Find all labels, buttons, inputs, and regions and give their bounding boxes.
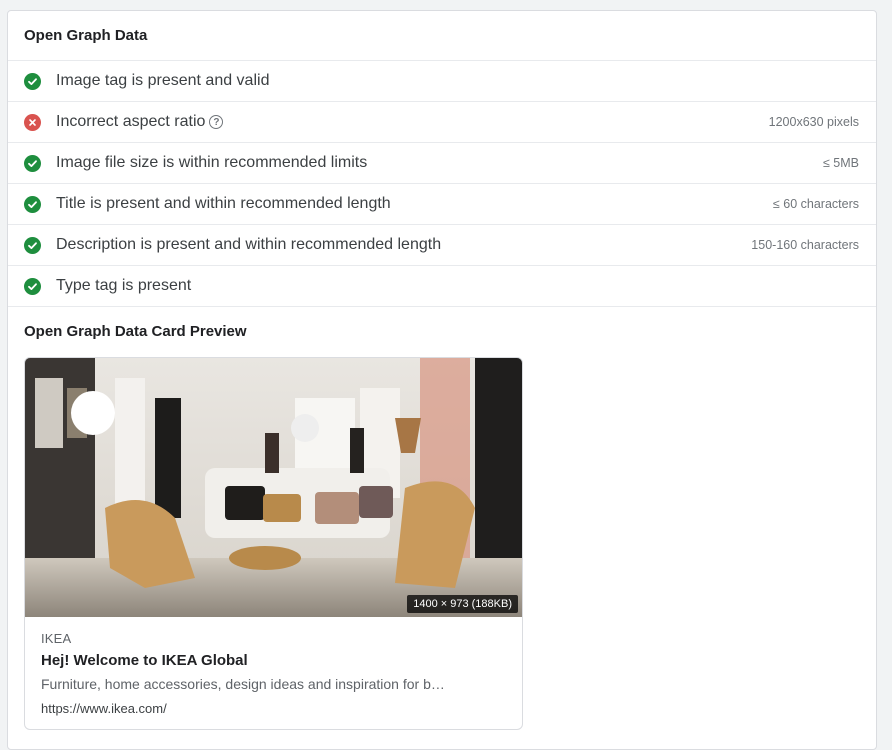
og-card-image: 1400 × 973 (188KB) xyxy=(25,358,522,617)
check-row-type-tag: Type tag is present xyxy=(8,266,876,307)
preview-section-title: Open Graph Data Card Preview xyxy=(24,323,247,340)
check-fail-icon xyxy=(24,113,41,131)
check-pass-icon xyxy=(24,154,41,172)
check-pass-icon xyxy=(24,72,41,90)
og-section-title: Open Graph Data xyxy=(8,11,876,61)
check-value: 150-160 characters xyxy=(751,238,859,252)
check-label: Image tag is present and valid xyxy=(56,72,270,89)
check-label: Description is present and within recomm… xyxy=(56,236,442,253)
check-row-file-size: Image file size is within recommended li… xyxy=(8,143,876,184)
check-label: Title is present and within recommended … xyxy=(56,195,391,212)
check-pass-icon xyxy=(24,277,41,295)
check-row-description: Description is present and within recomm… xyxy=(8,225,876,266)
check-value: ≤ 60 characters xyxy=(772,197,859,211)
image-dimensions-badge: 1400 × 973 (188KB) xyxy=(407,595,518,613)
check-row-title: Title is present and within recommended … xyxy=(8,184,876,225)
question-circle-icon[interactable]: ? xyxy=(209,115,224,129)
check-pass-icon xyxy=(24,236,41,254)
og-results-panel: Open Graph Data Image tag is present and… xyxy=(7,10,877,750)
check-row-image-tag: Image tag is present and valid xyxy=(8,61,876,102)
check-label: Image file size is within recommended li… xyxy=(56,154,368,171)
card-title: Hej! Welcome to IKEA Global xyxy=(41,652,248,669)
card-url: https://www.ikea.com/ xyxy=(41,701,167,716)
card-site-name: IKEA xyxy=(41,631,72,646)
check-label: Incorrect aspect ratio xyxy=(56,113,206,130)
check-label-with-help: Incorrect aspect ratio ? xyxy=(56,113,224,131)
og-card-body: IKEA Hej! Welcome to IKEA Global Furnitu… xyxy=(25,617,522,716)
living-room-photo xyxy=(25,358,522,617)
check-row-aspect-ratio: Incorrect aspect ratio ? 1200x630 pixels xyxy=(8,102,876,143)
card-description: Furniture, home accessories, design idea… xyxy=(41,676,446,692)
check-pass-icon xyxy=(24,195,41,213)
check-value: ≤ 5MB xyxy=(822,156,859,170)
check-value: 1200x630 pixels xyxy=(768,115,859,129)
og-card-preview[interactable]: 1400 × 973 (188KB) IKEA Hej! Welcome to … xyxy=(24,357,523,730)
check-label: Type tag is present xyxy=(56,277,192,294)
